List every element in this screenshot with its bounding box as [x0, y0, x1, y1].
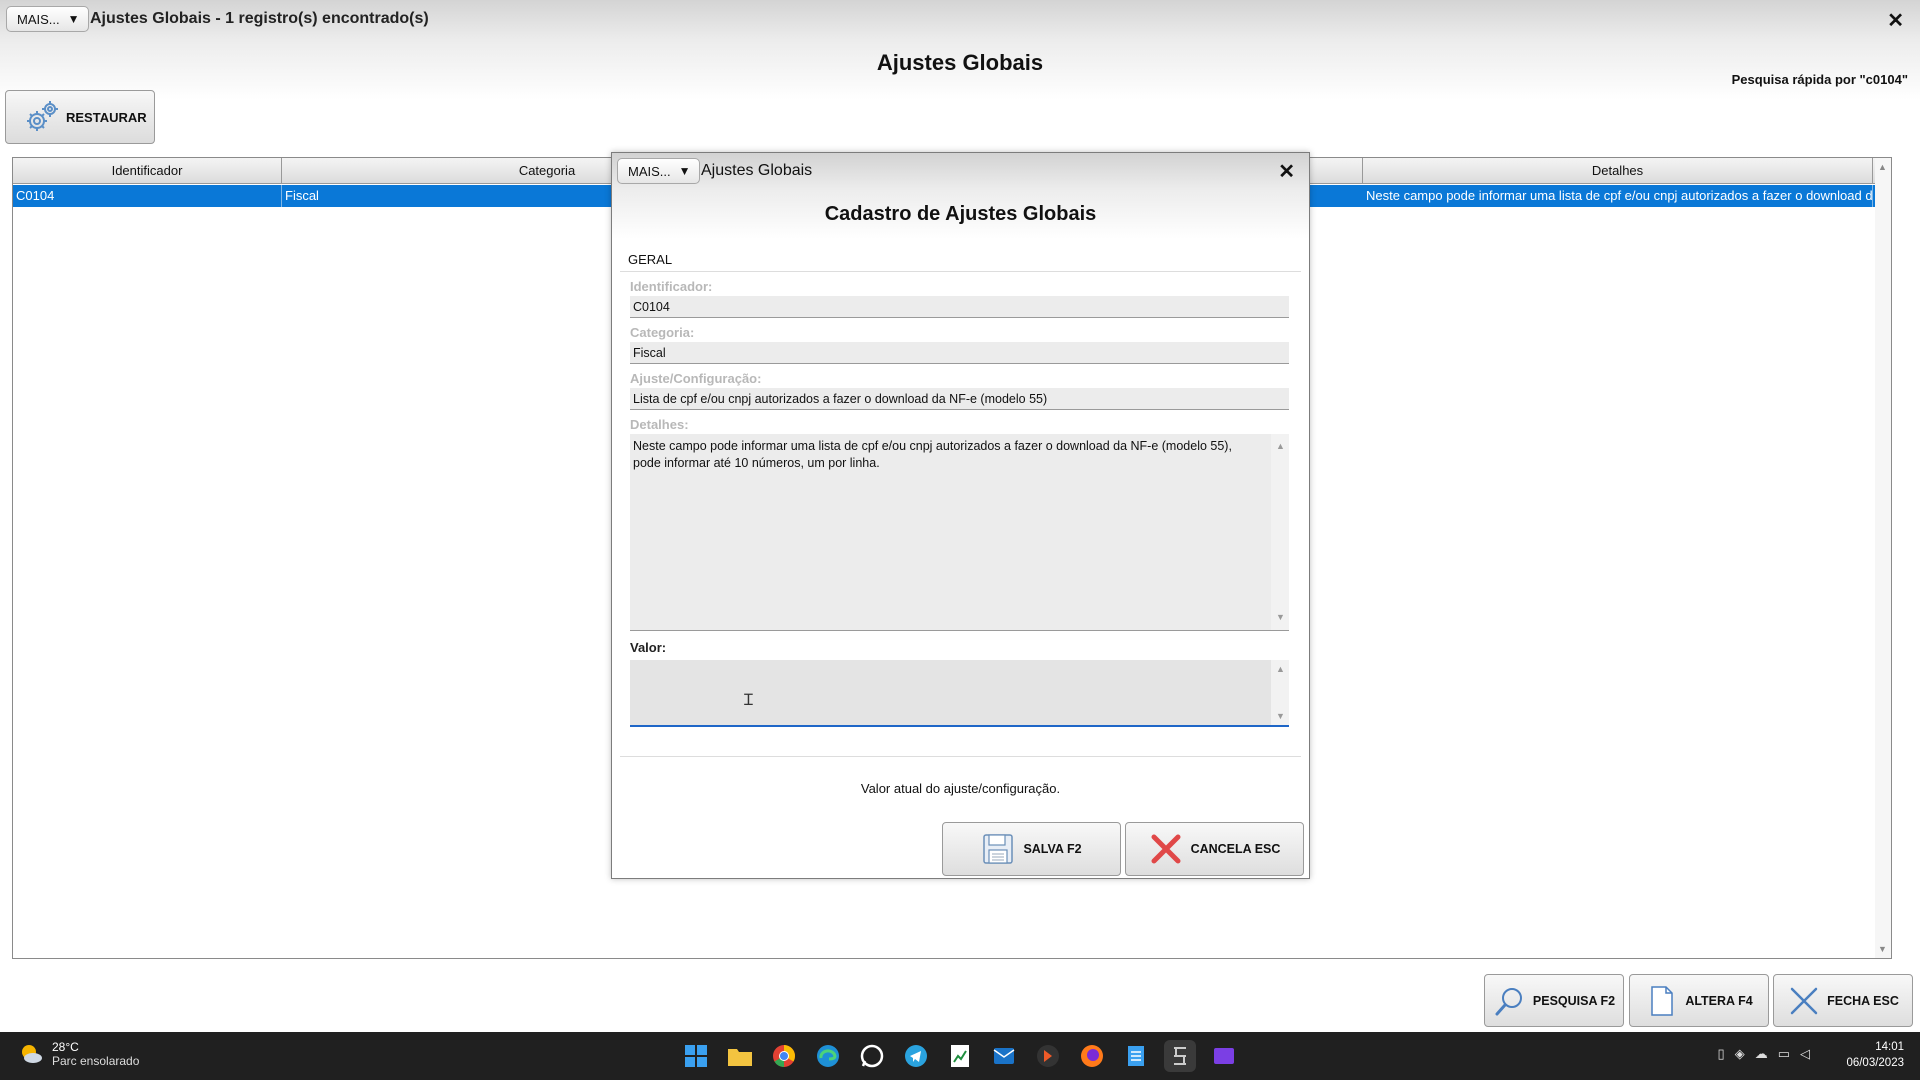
ajuste-field: Lista de cpf e/ou cnpj autorizados a faz…	[630, 388, 1289, 410]
spreadsheet-icon[interactable]	[944, 1040, 976, 1072]
search-label: PESQUISA F2	[1532, 993, 1616, 1008]
scroll-up-icon[interactable]: ▲	[1276, 664, 1285, 674]
column-header-detalhes[interactable]: Detalhes	[1363, 158, 1873, 184]
cancel-label: CANCELA ESC	[1190, 842, 1281, 856]
text-cursor-icon: Ɪ	[744, 692, 753, 709]
close-icon[interactable]: ✕	[1887, 8, 1904, 33]
restore-button[interactable]: RESTAURAR	[5, 90, 155, 144]
restore-label: RESTAURAR	[66, 109, 147, 125]
dialog-heading: Cadastro de Ajustes Globais	[824, 203, 1097, 225]
outlook-icon[interactable]	[988, 1040, 1020, 1072]
edit-label: ALTERA F4	[1685, 993, 1753, 1008]
app-icon[interactable]	[1032, 1040, 1064, 1072]
dialog-title: Ajustes Globais	[701, 162, 813, 179]
detalhes-textarea[interactable]: Neste campo pode informar uma lista de c…	[630, 434, 1289, 631]
scroll-up-icon[interactable]: ▲	[1276, 438, 1285, 455]
dialog-titlebar: MAIS... ▼ Ajustes Globais ✕	[612, 153, 1309, 189]
file-explorer-icon[interactable]	[724, 1040, 756, 1072]
network-icon[interactable]: ▭	[1778, 1046, 1790, 1062]
identificador-field: C0104	[630, 296, 1289, 318]
save-button[interactable]: SALVA F2	[942, 822, 1121, 876]
field-hint: Valor atual do ajuste/configuração.	[860, 781, 1061, 796]
taskbar: 28°C Parc ensolarado ▯ ◈ ☁ ▭ ◁ 14:01 06/…	[0, 1032, 1920, 1080]
edge-icon[interactable]	[812, 1040, 844, 1072]
cell-detalhes: Neste campo pode informar uma lista de c…	[1363, 185, 1873, 207]
dialog-mais-label: MAIS...	[628, 163, 671, 179]
valor-scrollbar[interactable]: ▲ ▼	[1271, 660, 1289, 725]
detalhes-label: Detalhes:	[630, 417, 689, 432]
identificador-label: Identificador:	[630, 279, 713, 294]
floppy-disk-icon	[983, 834, 1014, 864]
chevron-down-icon: ▼	[678, 164, 691, 178]
clock[interactable]: 14:01 06/03/2023	[1846, 1039, 1904, 1071]
quick-search-label: Pesquisa rápida por "c0104"	[1731, 72, 1908, 87]
grid-scrollbar[interactable]: ▲ ▼	[1875, 158, 1891, 958]
search-button[interactable]: PESQUISA F2	[1484, 974, 1624, 1027]
scroll-down-icon[interactable]: ▼	[1276, 609, 1285, 626]
telegram-icon[interactable]	[900, 1040, 932, 1072]
window-title: Ajustes Globais - 1 registro(s) encontra…	[90, 10, 429, 27]
edit-dialog: MAIS... ▼ Ajustes Globais ✕ Cadastro de …	[611, 152, 1310, 879]
detalhes-text: Neste campo pode informar uma lista de c…	[633, 439, 1232, 470]
clock-time: 14:01	[1875, 1041, 1904, 1053]
red-x-icon	[1151, 834, 1181, 864]
scroll-down-icon[interactable]: ▼	[1276, 711, 1285, 721]
volume-icon[interactable]: ◁	[1800, 1046, 1810, 1062]
save-label: SALVA F2	[1023, 842, 1082, 856]
whatsapp-icon[interactable]	[856, 1040, 888, 1072]
system-tray: ▯ ◈ ☁ ▭ ◁	[1718, 1046, 1810, 1062]
valor-label: Valor:	[630, 640, 667, 655]
dialog-mais-menu-button[interactable]: MAIS... ▼	[617, 158, 700, 184]
column-header-identificador[interactable]: Identificador	[13, 158, 282, 184]
detalhes-scrollbar[interactable]: ▲ ▼	[1271, 434, 1289, 630]
window-titlebar: MAIS... ▼ Ajustes Globais - 1 registro(s…	[0, 0, 1920, 40]
valor-textarea[interactable]: Ɪ ▲ ▼	[630, 660, 1289, 727]
partly-sunny-icon	[22, 1045, 42, 1063]
close-icon	[1790, 987, 1818, 1014]
start-icon[interactable]	[680, 1040, 712, 1072]
tab-geral[interactable]: GERAL	[622, 247, 679, 273]
temperature: 28°C	[52, 1040, 79, 1054]
gears-icon	[27, 101, 58, 131]
mais-menu-button[interactable]: MAIS... ▼	[6, 6, 89, 32]
page-title: Ajustes Globais	[876, 50, 1044, 75]
close-window-label: FECHA ESC	[1827, 993, 1899, 1008]
chrome-icon[interactable]	[768, 1040, 800, 1072]
weather-widget[interactable]: 28°C Parc ensolarado	[18, 1040, 139, 1068]
taskbar-apps	[680, 1040, 1240, 1072]
magnifier-icon	[1495, 987, 1522, 1015]
document-edit-icon	[1651, 985, 1674, 1016]
close-icon[interactable]: ✕	[1278, 159, 1295, 184]
weather-description: Parc ensolarado	[52, 1054, 140, 1068]
usb-icon[interactable]: ▯	[1718, 1046, 1725, 1062]
scroll-down-icon[interactable]: ▼	[1878, 944, 1887, 954]
notepad-icon[interactable]	[1120, 1040, 1152, 1072]
edit-button[interactable]: ALTERA F4	[1629, 974, 1769, 1027]
shield-icon[interactable]: ◈	[1735, 1046, 1745, 1062]
chevron-down-icon: ▼	[67, 12, 80, 26]
firefox-icon[interactable]	[1076, 1040, 1108, 1072]
close-window-button[interactable]: FECHA ESC	[1773, 974, 1913, 1027]
erp-app-icon[interactable]	[1164, 1040, 1196, 1072]
cancel-button[interactable]: CANCELA ESC	[1125, 822, 1304, 876]
scroll-up-icon[interactable]: ▲	[1878, 162, 1887, 172]
categoria-field: Fiscal	[630, 342, 1289, 364]
cloud-icon[interactable]: ☁	[1755, 1046, 1768, 1062]
cell-identificador: C0104	[13, 185, 282, 207]
categoria-label: Categoria:	[630, 325, 695, 340]
ajuste-label: Ajuste/Configuração:	[630, 371, 762, 386]
clock-date: 06/03/2023	[1846, 1057, 1904, 1069]
mais-menu-label: MAIS...	[17, 11, 60, 27]
video-app-icon[interactable]	[1208, 1040, 1240, 1072]
